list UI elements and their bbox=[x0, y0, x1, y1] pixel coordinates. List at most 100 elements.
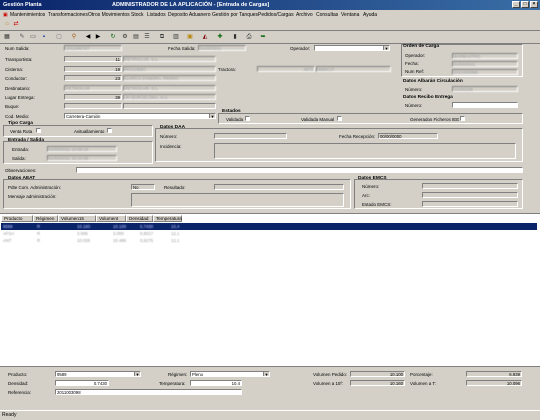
calendar-icon[interactable]: ▣ bbox=[186, 33, 194, 41]
next-icon[interactable]: ▶ bbox=[94, 33, 102, 41]
producto-value: 9589 bbox=[57, 372, 67, 377]
porcentaje-label: Porcentaje: bbox=[410, 372, 433, 377]
print-icon[interactable]: ⎙ bbox=[245, 33, 253, 41]
minimize-icon[interactable]: _ bbox=[512, 1, 520, 8]
daa-numero-field[interactable] bbox=[214, 133, 287, 139]
col-volumen15[interactable]: Volumen15 bbox=[58, 215, 96, 222]
open-icon[interactable]: ▭ bbox=[29, 33, 37, 41]
exit-icon[interactable]: ➥ bbox=[259, 33, 267, 41]
menu-transformaciones[interactable]: Transformaciones bbox=[48, 12, 88, 18]
cod-medio-select[interactable]: Carretera-Camión ▼ bbox=[64, 113, 216, 119]
row-regimen: R bbox=[37, 238, 41, 243]
producto-select[interactable]: 9589 ▼ bbox=[55, 371, 141, 377]
close-icon[interactable]: × bbox=[530, 1, 538, 8]
col-temperatura[interactable]: Temperatura bbox=[153, 215, 182, 222]
menu-otros-movimientos[interactable]: Otros Movimientos bbox=[88, 12, 130, 18]
venta-ruta-checkbox[interactable] bbox=[36, 128, 41, 133]
entrada-field[interactable]: 01/03/2011 10:08:18 bbox=[47, 146, 117, 152]
incidencia-label: Incidencia: bbox=[160, 144, 182, 149]
col-volument[interactable]: Volument bbox=[96, 215, 126, 222]
menu-ventana[interactable]: Ventana bbox=[341, 12, 359, 18]
title-bar: Gestión Planta ADMINISTRADOR DE LA APLIC… bbox=[0, 0, 540, 10]
avituallamiento-checkbox[interactable] bbox=[107, 128, 112, 133]
menu-deposito-aduanero[interactable]: Deposito Aduanero bbox=[168, 12, 211, 18]
conductor-code-field[interactable]: 23 bbox=[64, 75, 122, 81]
oc-num-ref-field: 2011000398 bbox=[452, 69, 518, 75]
densidad-field[interactable]: 0,7430 bbox=[55, 380, 109, 386]
menu-ayuda[interactable]: Ayuda bbox=[363, 12, 377, 18]
copy-icon[interactable]: ⧉ bbox=[158, 33, 166, 41]
cisterna-code-field[interactable]: 19 bbox=[64, 66, 122, 72]
row-producto: AFSA bbox=[3, 231, 15, 236]
previous-icon[interactable]: ◀ bbox=[84, 33, 92, 41]
maximize-icon[interactable]: □ bbox=[521, 1, 529, 8]
new-icon[interactable]: ✎ bbox=[18, 33, 26, 41]
recibo-title: Datos Recibo Entrega bbox=[403, 95, 453, 100]
emcs-title: Datos EMCS bbox=[358, 176, 387, 181]
lugar-entrega-code-field[interactable]: 39 bbox=[64, 94, 122, 100]
menu-listados[interactable]: Listados bbox=[147, 12, 166, 18]
salida-field[interactable]: 01/03/2011 10:22:09 bbox=[47, 155, 117, 161]
search-icon[interactable]: ⚲ bbox=[70, 33, 78, 41]
col-regimen[interactable]: Régimen bbox=[33, 215, 58, 222]
transportista-code-field[interactable]: 11 bbox=[64, 56, 122, 62]
row-volument: 10.100 bbox=[113, 224, 127, 229]
observaciones-field[interactable] bbox=[76, 167, 523, 173]
menu-gestion-tanques[interactable]: Gestión por Tanques bbox=[212, 12, 258, 18]
generados-checkbox[interactable] bbox=[460, 116, 465, 121]
list-icon[interactable]: ☰ bbox=[143, 33, 151, 41]
grid-icon[interactable]: ▦ bbox=[3, 33, 11, 41]
menu-stock[interactable]: Stock bbox=[131, 12, 144, 18]
layout-icon[interactable]: ▥ bbox=[172, 33, 180, 41]
products-grid: Producto Régimen Volumen15 Volument Dens… bbox=[0, 213, 540, 366]
validada-manual-checkbox[interactable] bbox=[337, 116, 342, 121]
validada-checkbox[interactable] bbox=[245, 116, 250, 121]
refresh-icon[interactable]: ↻ bbox=[109, 33, 117, 41]
tipo-carga-title: Tipo Carga bbox=[8, 121, 33, 126]
referencia-field[interactable]: 2011003098 bbox=[55, 389, 242, 395]
menu-mantenimientos[interactable]: Mantenimientos bbox=[10, 12, 45, 18]
barcode-icon[interactable]: ▮ bbox=[231, 33, 239, 41]
destinatario-code-field[interactable]: PETROCAR bbox=[64, 85, 122, 91]
chart-icon[interactable]: ◭ bbox=[201, 33, 209, 41]
menu-pedidos-cargas[interactable]: Pedidos/Cargas bbox=[258, 12, 294, 18]
regimen-select[interactable]: Pleno ▼ bbox=[190, 371, 270, 377]
table-row[interactable]: AFSA R 3.006 3.000 0,8017 12,1 bbox=[1, 230, 537, 237]
delete-icon[interactable]: ▢ bbox=[55, 33, 63, 41]
oc-operador-field: BARBASTRO bbox=[452, 53, 518, 59]
save-icon[interactable]: ▪ bbox=[40, 33, 48, 41]
col-densidad[interactable]: Densidad bbox=[126, 215, 153, 222]
home-icon[interactable]: ⌂ bbox=[3, 20, 11, 28]
menu-archivo[interactable]: Archivo bbox=[296, 12, 313, 18]
fecha-recepcion-field[interactable]: 00/00/0000 bbox=[378, 133, 438, 139]
operador-select[interactable]: ▼ bbox=[314, 45, 390, 51]
buque-name-field bbox=[123, 103, 216, 109]
regimen-value: Pleno bbox=[192, 372, 203, 377]
col-producto[interactable]: Producto bbox=[1, 215, 33, 222]
num-salida-field[interactable]: 2011000767 bbox=[64, 45, 122, 51]
oc-num-ref-label: Num Ref: bbox=[405, 69, 425, 74]
settings-icon[interactable]: ✚ bbox=[216, 33, 224, 41]
pdte-field: No bbox=[131, 184, 155, 190]
tractora-name-field: BBBC27 bbox=[316, 66, 391, 72]
document-icon[interactable]: ▤ bbox=[132, 33, 140, 41]
volt-field: 10.096 bbox=[466, 380, 522, 386]
table-row[interactable]: ANT R 10.026 10.486 0,6275 12,1 bbox=[1, 237, 537, 244]
lugar-entrega-label: Lugar Entrega: bbox=[5, 95, 35, 100]
menu-consultas[interactable]: Consultas bbox=[316, 12, 338, 18]
row-temperatura: 12,1 bbox=[171, 231, 180, 236]
row-volument: 3.000 bbox=[113, 231, 124, 236]
table-row[interactable]: 9589 R 10.160 10.100 0,7430 10,4 bbox=[1, 223, 537, 230]
daa-title: Datos DAA bbox=[160, 125, 186, 130]
row-volumen15: 10.026 bbox=[77, 238, 91, 243]
incidencia-field[interactable] bbox=[214, 143, 516, 159]
tractora-plate-field[interactable]: 4573 bbox=[257, 66, 315, 72]
buque-code-field[interactable] bbox=[64, 103, 122, 109]
logout-icon[interactable]: ⇄ bbox=[12, 20, 20, 28]
filter-icon[interactable]: ⚙ bbox=[121, 33, 129, 41]
temperatura-field[interactable]: 10,4 bbox=[190, 380, 242, 386]
window-subtitle: ADMINISTRADOR DE LA APLICACIÓN - [Entrad… bbox=[112, 2, 270, 8]
albaran-numero-field[interactable]: 11000199 bbox=[452, 86, 518, 92]
fecha-salida-field[interactable]: 01/03/2011 bbox=[198, 45, 246, 51]
recibo-numero-field[interactable] bbox=[452, 102, 518, 108]
